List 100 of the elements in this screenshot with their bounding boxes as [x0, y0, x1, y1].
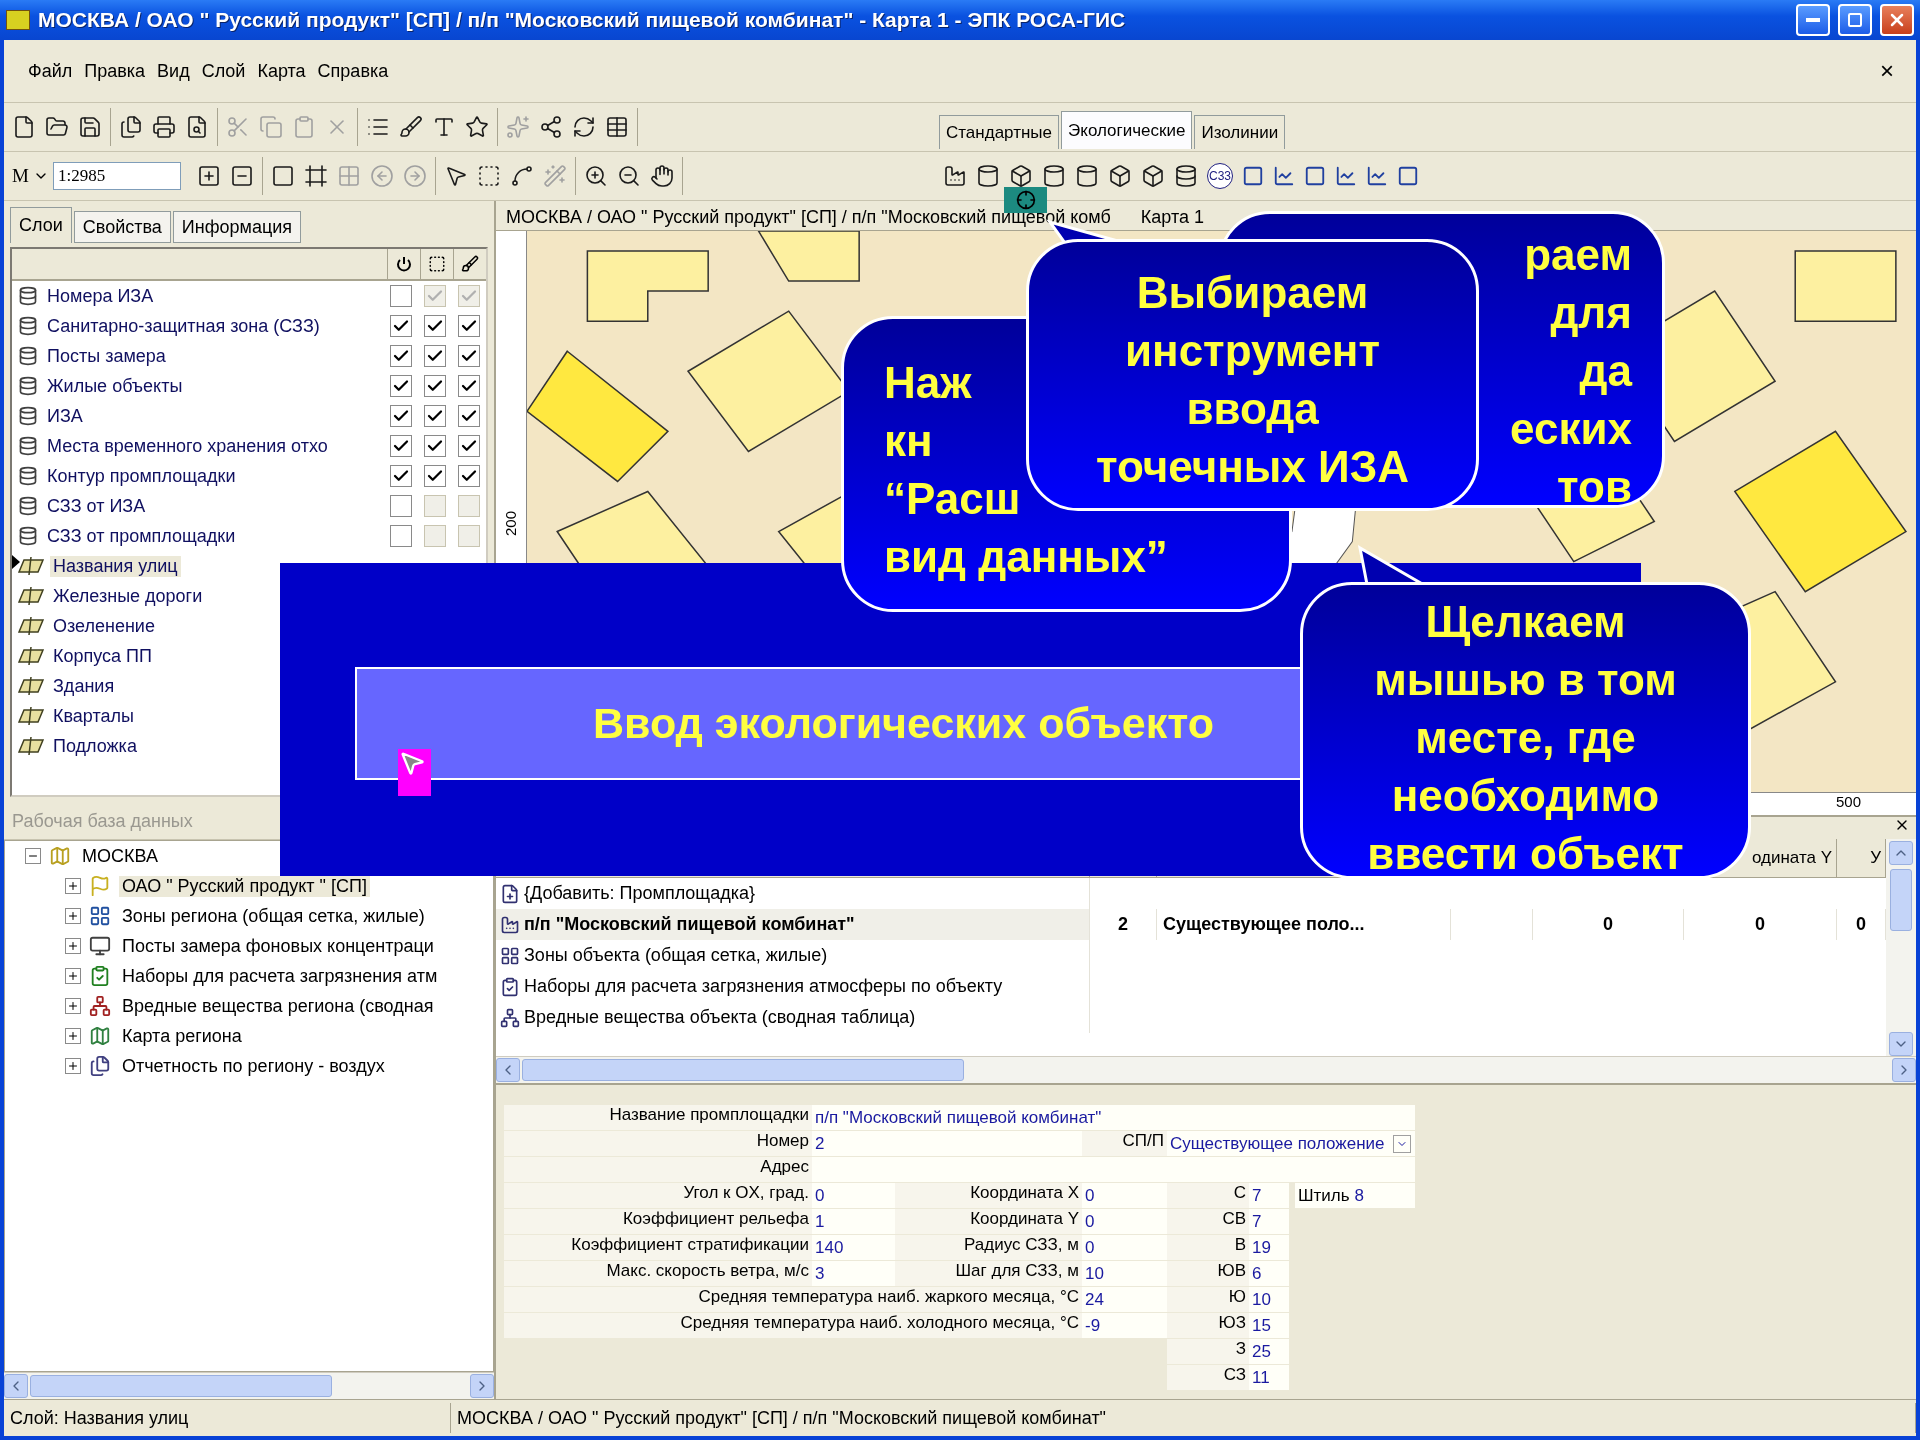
- checkbox[interactable]: [390, 435, 412, 457]
- layer-name[interactable]: Здания: [50, 675, 118, 697]
- layer-name[interactable]: Места временного хранения отхо: [44, 435, 331, 457]
- checkbox[interactable]: [390, 495, 412, 517]
- layer-name[interactable]: Контур промплощадки: [44, 465, 239, 487]
- source-icon[interactable]: [1075, 164, 1099, 188]
- value-field[interactable]: 10: [1082, 1261, 1167, 1287]
- value-field[interactable]: 0: [1082, 1209, 1167, 1235]
- tree-item[interactable]: Карта региона: [119, 1025, 245, 1047]
- files-icon[interactable]: [119, 115, 143, 139]
- layer-name[interactable]: Озеленение: [50, 615, 158, 637]
- layer-name[interactable]: Посты замера: [44, 345, 169, 367]
- checkbox[interactable]: [424, 435, 446, 457]
- refresh-icon[interactable]: [572, 115, 596, 139]
- close-button[interactable]: [1880, 4, 1914, 36]
- checkbox[interactable]: [424, 405, 446, 427]
- checkbox[interactable]: [458, 435, 480, 457]
- c33-tool-button[interactable]: C33: [1207, 163, 1233, 189]
- tab[interactable]: Экологические: [1061, 111, 1193, 149]
- menu-item[interactable]: Вид: [155, 58, 192, 84]
- tree-item[interactable]: Вредные вещества региона (сводная: [119, 995, 437, 1017]
- expand-toggle[interactable]: [65, 878, 81, 894]
- menu-item[interactable]: Слой: [199, 58, 248, 84]
- source-icon[interactable]: [976, 164, 1000, 188]
- table-cell[interactable]: Зоны объекта (общая сетка, жилые): [524, 945, 828, 966]
- column-header[interactable]: одината Y: [1751, 848, 1832, 868]
- tab[interactable]: Стандартные: [939, 115, 1060, 149]
- expand-toggle[interactable]: [65, 1028, 81, 1044]
- table-cell[interactable]: Вредные вещества объекта (сводная таблица): [524, 1007, 916, 1028]
- value-field[interactable]: 6: [1249, 1261, 1289, 1287]
- value-field[interactable]: 7: [1249, 1209, 1289, 1235]
- checkbox[interactable]: [458, 345, 480, 367]
- frame-icon[interactable]: [303, 164, 328, 188]
- scrollbar-thumb[interactable]: [1890, 869, 1912, 931]
- zoom-minus-icon[interactable]: [229, 164, 254, 188]
- axis-icon[interactable]: [1335, 165, 1357, 187]
- checkbox[interactable]: [390, 345, 412, 367]
- table-icon[interactable]: [605, 115, 629, 139]
- save-icon[interactable]: [78, 115, 102, 139]
- unit-label[interactable]: M: [12, 165, 29, 187]
- menu-item[interactable]: Карта: [255, 58, 308, 84]
- zoom-out-icon[interactable]: [616, 164, 641, 188]
- table-cell[interactable]: {Добавить: Промплощадка}: [524, 883, 755, 904]
- column-header[interactable]: У: [1870, 848, 1881, 868]
- expand-toggle[interactable]: [65, 938, 81, 954]
- value-field[interactable]: 0: [812, 1183, 895, 1209]
- tree-item[interactable]: МОСКВА: [79, 845, 161, 867]
- scrollbar[interactable]: [4, 1372, 494, 1399]
- area-icon[interactable]: [1397, 165, 1419, 187]
- tree-item[interactable]: Наборы для расчета загрязнения атм: [119, 965, 441, 987]
- layer-name[interactable]: Номера ИЗА: [44, 285, 157, 307]
- checkbox[interactable]: [424, 465, 446, 487]
- point-icon[interactable]: [1242, 165, 1264, 187]
- scrollbar[interactable]: [496, 1056, 1916, 1083]
- scrollbar[interactable]: [1886, 839, 1916, 1056]
- layer-name[interactable]: Санитарно-защитная зона (СЗЗ): [44, 315, 323, 337]
- menu-item[interactable]: Правка: [82, 58, 148, 84]
- site-name-field[interactable]: п/п "Московский пищевой комбинат": [812, 1105, 1415, 1131]
- tree-item[interactable]: ОАО " Русский продукт " [СП]: [119, 875, 370, 897]
- print-preview-icon[interactable]: [185, 115, 209, 139]
- checkbox[interactable]: [390, 405, 412, 427]
- menu-item[interactable]: Файл: [26, 58, 75, 84]
- node-icon[interactable]: [509, 164, 534, 188]
- tab[interactable]: Информация: [172, 211, 302, 243]
- zoom-in-icon[interactable]: [583, 164, 608, 188]
- expand-toggle[interactable]: [65, 908, 81, 924]
- checkbox[interactable]: [390, 285, 412, 307]
- layer-name[interactable]: ИЗА: [44, 405, 86, 427]
- new-file-icon[interactable]: [12, 115, 36, 139]
- value-field[interactable]: 0: [1082, 1183, 1167, 1209]
- checkbox[interactable]: [390, 375, 412, 397]
- checkbox[interactable]: [458, 315, 480, 337]
- value-field[interactable]: 0: [1082, 1235, 1167, 1261]
- checkbox[interactable]: [424, 345, 446, 367]
- value-field[interactable]: 24: [1082, 1287, 1167, 1313]
- checkbox[interactable]: [458, 375, 480, 397]
- layer-name[interactable]: Названия улиц: [50, 555, 181, 577]
- value-field[interactable]: 140: [812, 1235, 895, 1261]
- star-icon[interactable]: [465, 115, 489, 139]
- tank-icon[interactable]: [1174, 164, 1198, 188]
- layer-name[interactable]: Жилые объекты: [44, 375, 186, 397]
- layer-name[interactable]: СЗЗ от ИЗА: [44, 495, 149, 517]
- line-icon[interactable]: [1273, 165, 1295, 187]
- layer-name[interactable]: СЗЗ от промплощадки: [44, 525, 239, 547]
- number-field[interactable]: 2: [812, 1131, 1082, 1157]
- layer-name[interactable]: Корпуса ПП: [50, 645, 155, 667]
- source-icon[interactable]: [1009, 164, 1033, 188]
- source-icon[interactable]: [1108, 164, 1132, 188]
- tab[interactable]: Изолинии: [1194, 115, 1286, 149]
- value-field[interactable]: 1: [812, 1209, 895, 1235]
- value-field[interactable]: -9: [1082, 1313, 1167, 1339]
- layer-name[interactable]: Подложка: [50, 735, 140, 757]
- value-field[interactable]: 10: [1249, 1287, 1289, 1313]
- square-icon[interactable]: [270, 164, 295, 188]
- scale-field[interactable]: 1:2985: [52, 162, 181, 190]
- expand-toggle[interactable]: [65, 998, 81, 1014]
- zoom-plus-icon[interactable]: [196, 164, 221, 188]
- checkbox[interactable]: [458, 465, 480, 487]
- folder-icon[interactable]: [45, 115, 69, 139]
- tree-item[interactable]: Зоны региона (общая сетка, жилые): [119, 905, 428, 927]
